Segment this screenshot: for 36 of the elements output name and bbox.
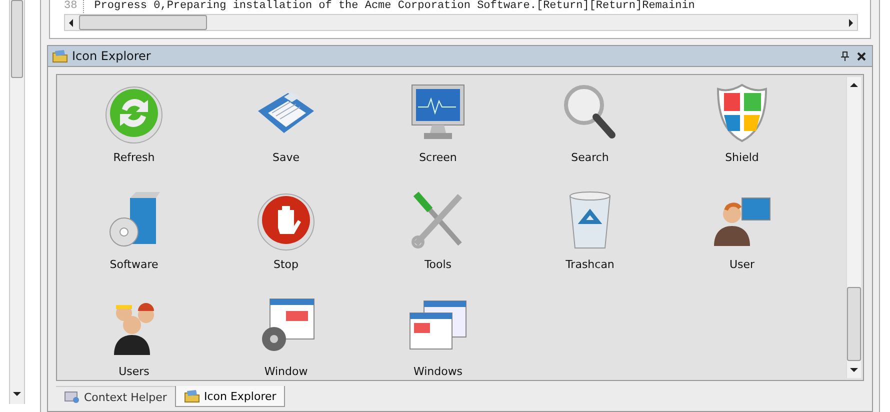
scroll-up-icon[interactable] [850,83,858,87]
panel-tab[interactable]: Context Helper [56,386,175,407]
scroll-down-icon[interactable] [850,368,858,372]
folder-icon [184,389,200,403]
code-line: Progress 0,Preparing installation of the Acme Corporation Software.[Return][Return]Remainin [94,0,695,13]
icon-label: Trashcan [566,258,614,271]
panel-title: Icon Explorer [72,49,151,63]
scroll-down-icon[interactable] [13,392,21,396]
line-number: 38 [50,0,84,13]
scrollbar-thumb[interactable] [79,15,207,30]
scrollbar[interactable] [846,77,861,378]
pin-icon[interactable] [841,51,849,61]
icon-label: Stop [273,258,298,271]
folder-icon [52,49,68,63]
scrollbar-thumb[interactable] [847,287,861,361]
scroll-right-icon[interactable] [849,18,853,26]
monitor-icon [64,390,80,404]
icon-label: Windows [413,365,463,378]
horizontal-scrollbar[interactable] [64,14,858,31]
icon-label: Save [272,151,300,164]
icon-label: User [729,258,755,271]
scrollbar[interactable] [9,0,25,404]
icon-label: Screen [419,151,457,164]
icon-label: Refresh [113,151,155,164]
icon-label: Tools [424,258,452,271]
scroll-left-icon[interactable] [69,18,73,26]
icon-label: Shield [725,151,759,164]
icon-label: Software [110,258,158,271]
panel-tab[interactable]: Icon Explorer [174,386,286,407]
icon-label: Window [264,365,308,378]
tab-label: Icon Explorer [204,390,276,402]
close-icon[interactable] [857,52,866,60]
scrollbar-thumb[interactable] [11,0,23,78]
icon-label: Users [118,365,150,378]
icon-label: Search [571,151,609,164]
tab-label: Context Helper [84,390,167,404]
